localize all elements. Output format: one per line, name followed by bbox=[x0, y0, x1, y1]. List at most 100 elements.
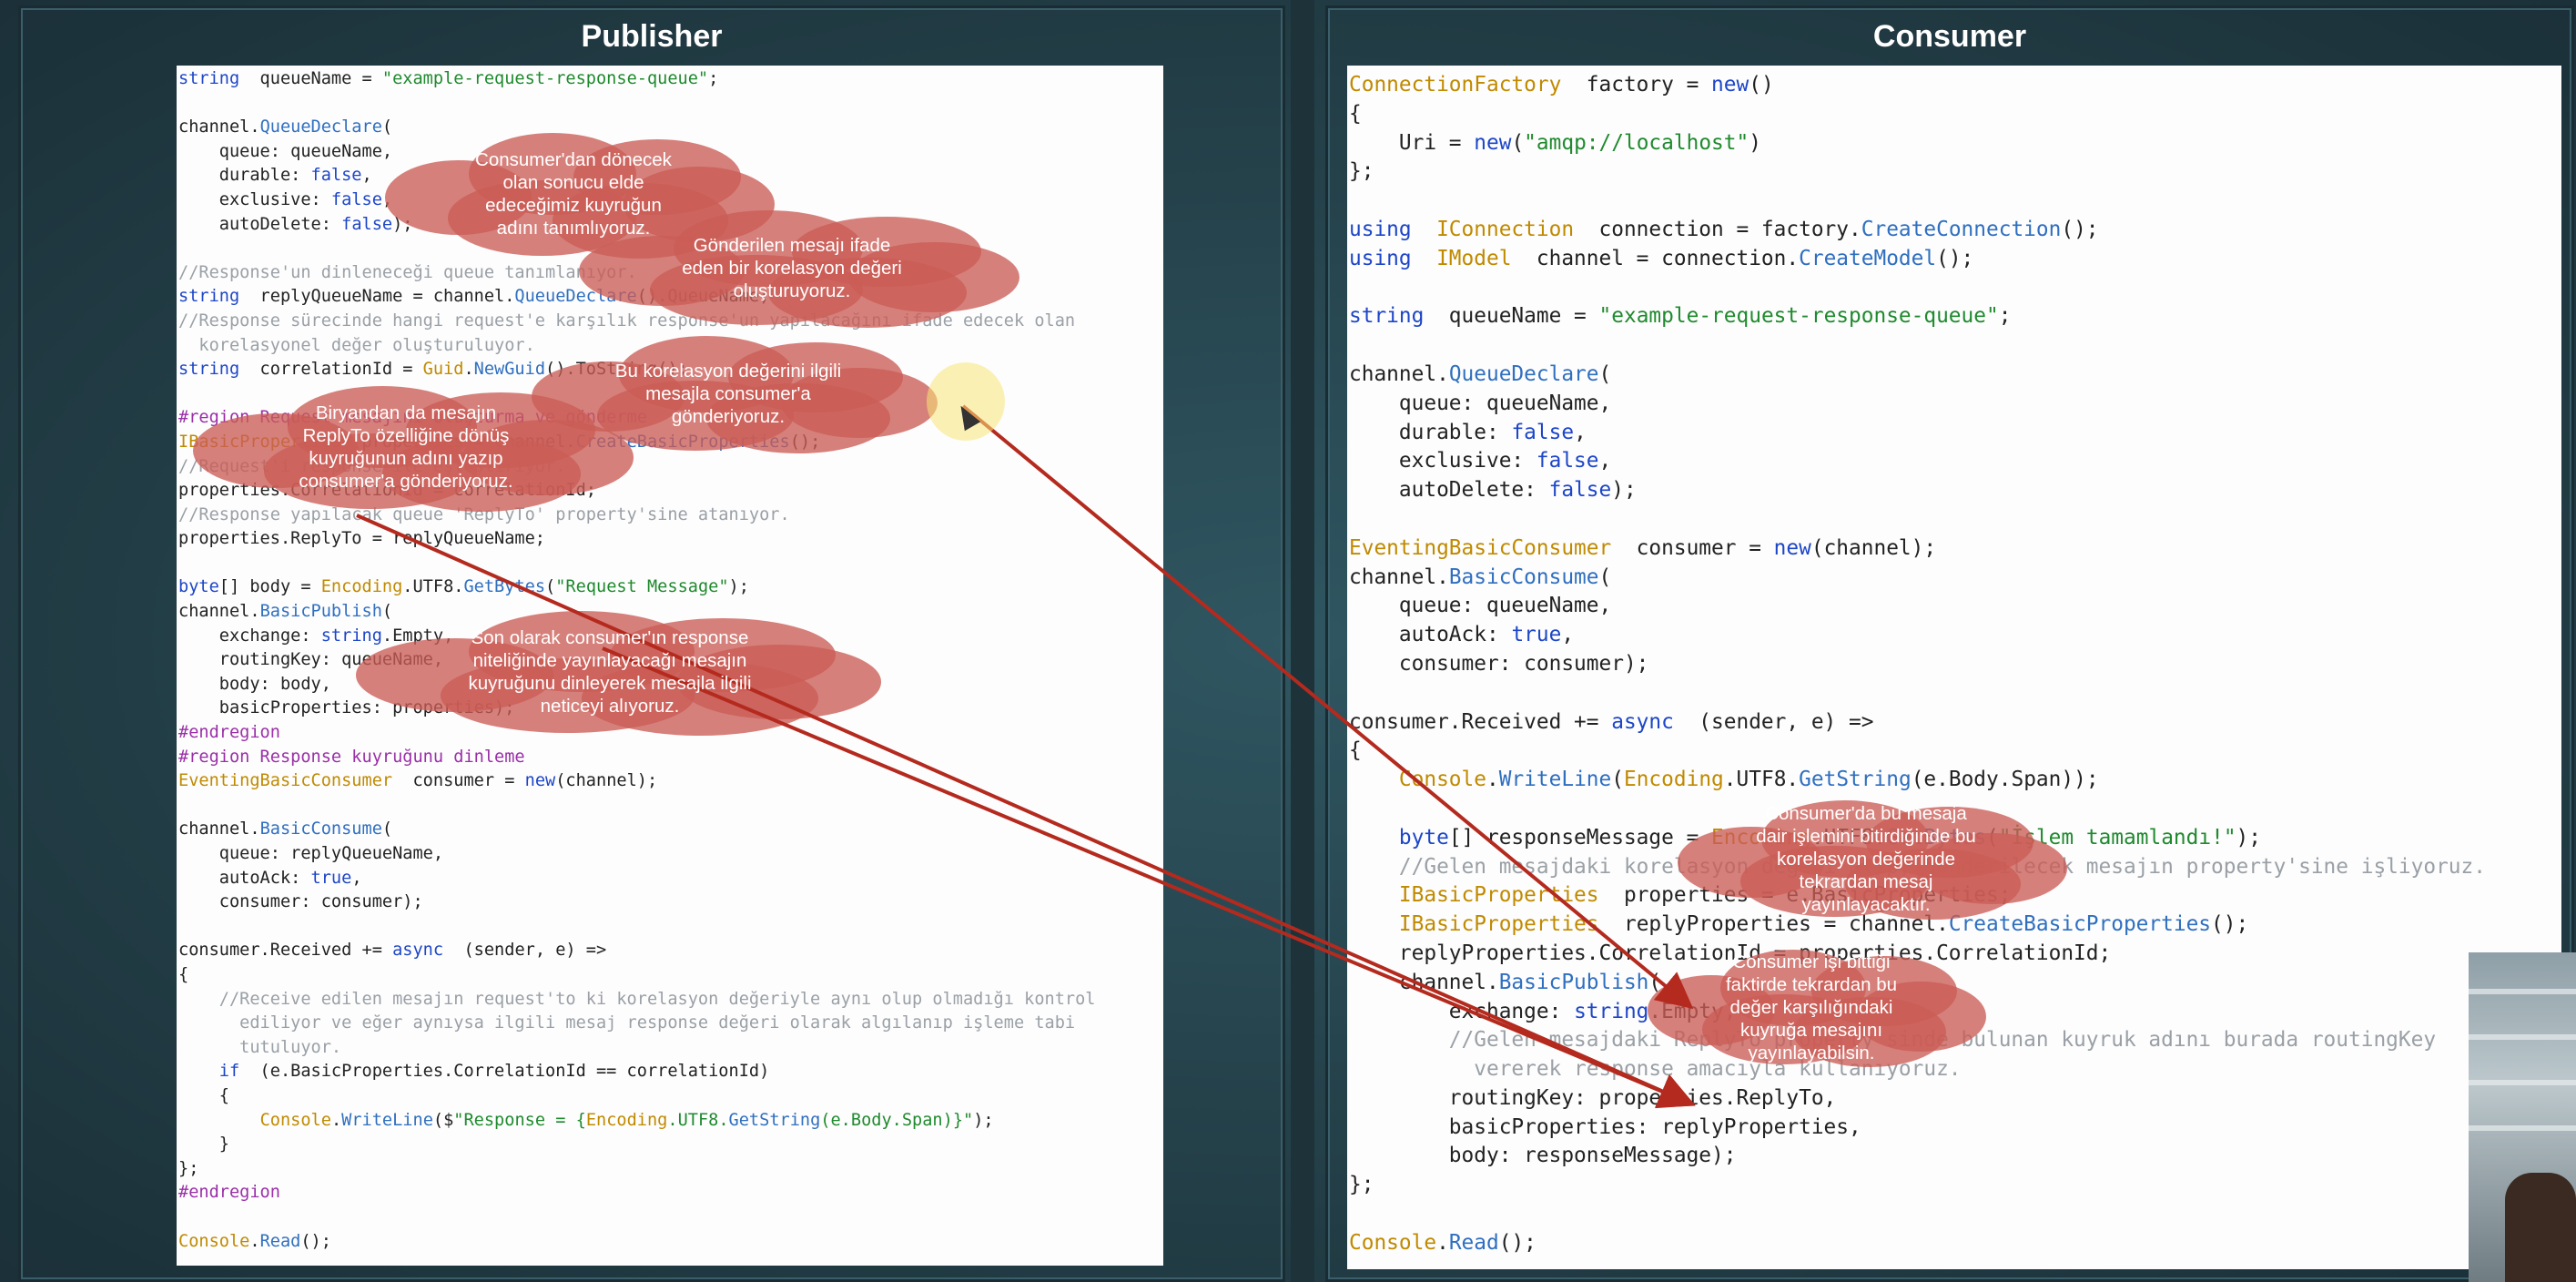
code-line: durable: false, bbox=[1347, 419, 2561, 448]
code-token: //Receive edilen mesajın request'to ki k… bbox=[178, 989, 1096, 1009]
code-line: tutuluyor. bbox=[177, 1036, 1163, 1061]
code-token: korelasyonel değer oluşturuluyor. bbox=[178, 335, 535, 355]
code-token: }; bbox=[178, 1158, 199, 1178]
code-token: (); bbox=[1498, 1230, 1536, 1255]
code-line: { bbox=[177, 1084, 1163, 1109]
window-stripe bbox=[2469, 1080, 2576, 1085]
code-token: ); bbox=[2236, 825, 2261, 850]
note-text: Gönderilen mesajı ifade eden bir korelas… bbox=[682, 234, 902, 301]
presenter-webcam bbox=[2469, 952, 2576, 1282]
code-line: using IConnection connection = factory.C… bbox=[1347, 216, 2561, 245]
code-token: () bbox=[1749, 73, 1774, 97]
window-stripe bbox=[2469, 1125, 2576, 1131]
code-token: Encoding bbox=[585, 1110, 668, 1130]
code-token: . bbox=[330, 1110, 342, 1130]
code-line: channel.QueueDeclare( bbox=[1347, 361, 2561, 390]
code-token: (); bbox=[1936, 246, 1974, 270]
presenter-avatar bbox=[2505, 1173, 2576, 1282]
code-token: , bbox=[1574, 420, 1587, 444]
code-token: , bbox=[1561, 623, 1575, 647]
code-token: }; bbox=[1349, 159, 1374, 184]
code-token: Encoding bbox=[320, 577, 403, 597]
code-token: (); bbox=[2061, 217, 2099, 241]
code-token: .UTF8. bbox=[667, 1110, 729, 1130]
code-token: durable: bbox=[1349, 420, 1512, 444]
code-token: ConnectionFactory bbox=[1349, 73, 1562, 97]
code-line: using IModel channel = connection.Create… bbox=[1347, 245, 2561, 274]
code-line: Uri = new("amqp://localhost") bbox=[1347, 129, 2561, 158]
code-line: EventingBasicConsumer consumer = new(cha… bbox=[177, 769, 1163, 794]
code-token: .UTF8. bbox=[1723, 768, 1800, 792]
publisher-title: Publisher bbox=[581, 19, 723, 54]
code-token: ( bbox=[1598, 565, 1612, 589]
code-token: "example-request-response-queue" bbox=[381, 69, 709, 88]
code-token: "Response = { bbox=[453, 1110, 586, 1130]
window-stripe bbox=[2469, 1034, 2576, 1040]
code-token: consumer.Received += bbox=[178, 941, 393, 961]
code-token: Read bbox=[1448, 1230, 1499, 1255]
window-stripe bbox=[2469, 989, 2576, 994]
code-token: ( bbox=[1598, 361, 1612, 386]
code-line: #region Response kuyruğunu dinleme bbox=[177, 746, 1163, 770]
code-line: string queueName = "example-request-resp… bbox=[1347, 302, 2561, 331]
code-token: new bbox=[1474, 130, 1512, 155]
code-line: }; bbox=[177, 1157, 1163, 1182]
code-token: WriteLine bbox=[341, 1110, 433, 1130]
code-token: IBasicProperties bbox=[1398, 912, 1599, 937]
code-token: byte bbox=[178, 577, 219, 597]
code-line: Console.WriteLine($"Response = {Encoding… bbox=[177, 1109, 1163, 1134]
code-token: queueName = bbox=[1424, 304, 1599, 329]
note-cloud-publish-reply: Consumer işi bittiği faktirde tekrardan … bbox=[1629, 943, 1993, 1071]
code-token: . bbox=[1486, 768, 1499, 792]
code-token: body: body, bbox=[178, 674, 331, 694]
code-token: (); bbox=[300, 1231, 331, 1251]
code-token: (); bbox=[2211, 912, 2249, 937]
code-token: new bbox=[524, 771, 556, 791]
code-line: } bbox=[177, 1133, 1163, 1157]
code-token: durable: bbox=[178, 166, 311, 186]
code-token: "amqp://localhost" bbox=[1524, 130, 1749, 155]
code-token: queue: queueName, bbox=[178, 141, 393, 161]
code-line: queue: replyQueueName, bbox=[177, 842, 1163, 867]
code-token: factory = bbox=[1561, 73, 1712, 97]
panel-divider bbox=[1291, 0, 1314, 1282]
code-token: "example-request-response-queue" bbox=[1598, 304, 1999, 329]
code-line: byte[] body = Encoding.UTF8.GetBytes("Re… bbox=[177, 575, 1163, 600]
consumer-code-block: ConnectionFactory factory = new(){ Uri =… bbox=[1347, 66, 2561, 1269]
code-line: Console.Read(); bbox=[1347, 1229, 2561, 1258]
code-token: .UTF8. bbox=[402, 577, 464, 597]
code-token: Console bbox=[1349, 1230, 1437, 1255]
code-line: consumer: consumer); bbox=[1347, 650, 2561, 679]
code-token: new bbox=[1711, 73, 1749, 97]
note-text: Bu korelasyon değerini ilgili mesajla co… bbox=[614, 360, 842, 427]
code-token: exchange: bbox=[178, 626, 321, 646]
code-token: }; bbox=[1349, 1173, 1374, 1197]
code-token: async bbox=[392, 941, 444, 961]
code-token: ( bbox=[545, 577, 556, 597]
code-token: [] body = bbox=[218, 577, 321, 597]
code-line: autoAck: true, bbox=[1347, 621, 2561, 650]
code-token: autoDelete: bbox=[178, 214, 342, 234]
code-line: consumer.Received += async (sender, e) =… bbox=[1347, 708, 2561, 738]
note-text: Son olarak consumer'ın response niteliği… bbox=[468, 627, 752, 717]
code-token: string bbox=[178, 360, 240, 380]
note-text: Consumer'dan dönecek olan sonucu elde ed… bbox=[475, 149, 672, 239]
code-token: IConnection bbox=[1436, 217, 1575, 241]
code-token: IModel bbox=[1436, 246, 1512, 270]
code-token: false bbox=[1536, 449, 1599, 473]
code-token: , bbox=[351, 868, 362, 888]
code-token: { bbox=[178, 964, 189, 984]
code-line: Console.Read(); bbox=[177, 1230, 1163, 1255]
code-token: . bbox=[463, 360, 474, 380]
code-token: CreateConnection bbox=[1861, 217, 2062, 241]
code-token: channel. bbox=[1349, 565, 1449, 589]
note-text: Consumer işi bittiği faktirde tekrardan … bbox=[1725, 951, 1898, 1063]
